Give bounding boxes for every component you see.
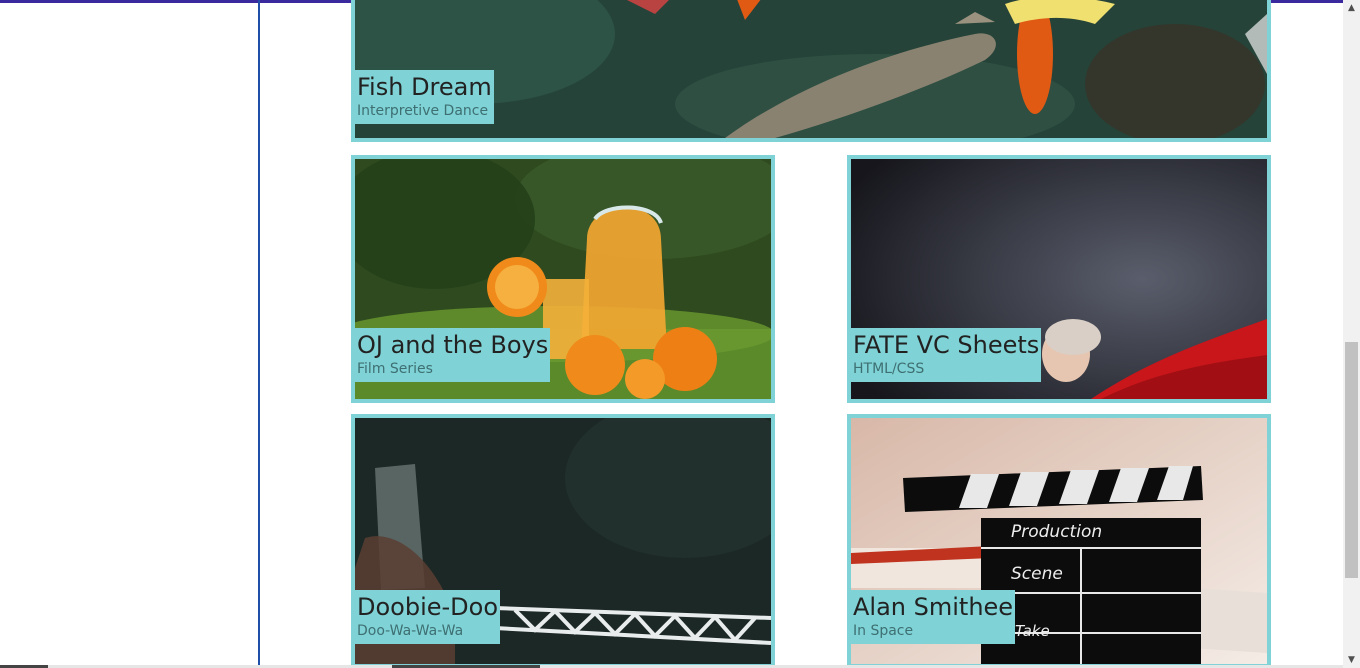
- card-title: FATE VC Sheets: [853, 331, 1040, 359]
- card-title: Doobie-Doo: [357, 593, 499, 621]
- portfolio-card-fate-vc-sheets[interactable]: FATE VC Sheets HTML/CSS: [847, 155, 1271, 403]
- card-caption: Fish Dream Interpretive Dance: [355, 70, 494, 124]
- sidebar-border: [258, 0, 260, 668]
- portfolio-card-fish-dream[interactable]: Fish Dream Interpretive Dance: [351, 0, 1271, 142]
- card-subtitle: Film Series: [357, 361, 433, 377]
- card-caption: Alan Smithee In Space: [851, 590, 1016, 644]
- card-subtitle: HTML/CSS: [853, 361, 925, 377]
- portfolio-card-alan-smithee[interactable]: Production Scene Take Alan Smithee In Sp…: [847, 414, 1271, 668]
- clapperboard-scene-label: Scene: [1011, 564, 1063, 584]
- portfolio-card-oj-and-the-boys[interactable]: OJ and the Boys Film Series: [351, 155, 775, 403]
- card-subtitle: Interpretive Dance: [357, 103, 489, 119]
- card-caption: Doobie-Doo Doo-Wa-Wa-Wa: [355, 590, 501, 644]
- vertical-scrollbar[interactable]: ▲ ▼: [1343, 0, 1360, 668]
- card-caption: OJ and the Boys Film Series: [355, 328, 551, 382]
- card-title: OJ and the Boys: [357, 331, 549, 359]
- card-title: Fish Dream: [357, 73, 492, 101]
- portfolio-card-doobie-doo[interactable]: Doobie-Doo Doo-Wa-Wa-Wa: [351, 414, 775, 668]
- card-caption: FATE VC Sheets HTML/CSS: [851, 328, 1042, 382]
- card-subtitle: Doo-Wa-Wa-Wa: [357, 623, 464, 639]
- clapperboard-take-label: Take: [1015, 622, 1050, 640]
- scrollbar-thumb[interactable]: [1345, 342, 1358, 578]
- card-title: Alan Smithee: [853, 593, 1014, 621]
- scroll-down-arrow-icon[interactable]: ▼: [1343, 652, 1360, 668]
- clapperboard-production-label: Production: [1011, 522, 1103, 542]
- scroll-up-arrow-icon[interactable]: ▲: [1343, 0, 1360, 16]
- card-subtitle: In Space: [853, 623, 914, 639]
